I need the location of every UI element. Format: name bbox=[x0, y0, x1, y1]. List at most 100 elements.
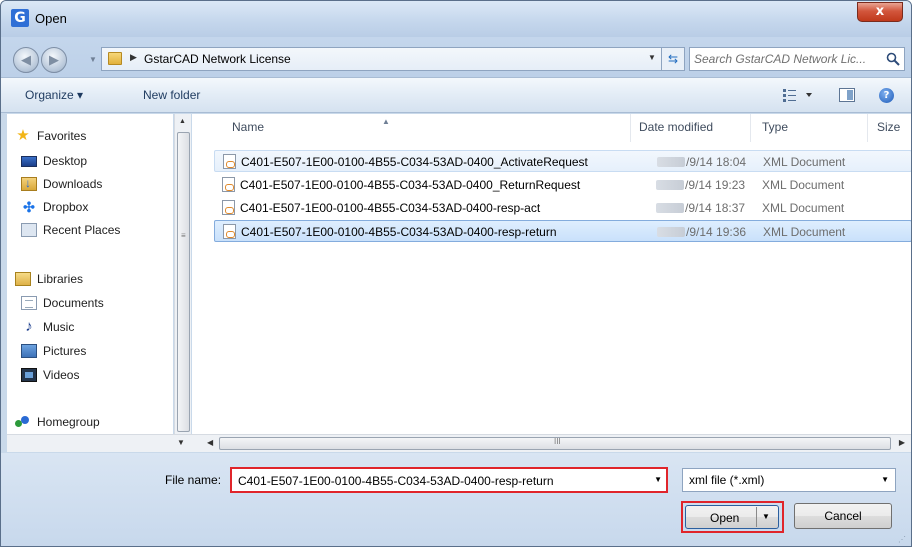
column-divider[interactable] bbox=[630, 114, 631, 142]
sidebar-item-pictures[interactable]: Pictures bbox=[21, 341, 86, 361]
scrollbar-thumb[interactable]: ≡ bbox=[177, 132, 190, 432]
sidebar-item-label: Libraries bbox=[37, 272, 84, 286]
refresh-button[interactable]: ⇆ bbox=[661, 47, 685, 71]
file-name-input[interactable] bbox=[238, 473, 638, 489]
column-header-name[interactable]: Name ▲ bbox=[232, 117, 390, 134]
file-type-select[interactable]: xml file (*.xml) ▼ bbox=[682, 468, 896, 492]
column-header-size[interactable]: Size bbox=[877, 120, 900, 134]
file-row[interactable]: C401-E507-1E00-0100-4B55-C034-53AD-0400-… bbox=[214, 197, 911, 219]
search-input[interactable] bbox=[694, 50, 884, 68]
sidebar-item-libraries[interactable]: Libraries bbox=[15, 269, 83, 289]
sidebar-item-label: Documents bbox=[43, 296, 104, 310]
file-row[interactable]: C401-E507-1E00-0100-4B55-C034-53AD-0400_… bbox=[214, 174, 911, 196]
sidebar-item-dropbox[interactable]: ✣ Dropbox bbox=[21, 197, 88, 217]
sidebar-item-music[interactable]: ♪ Music bbox=[21, 317, 74, 337]
redacted-year bbox=[656, 180, 684, 190]
file-date-text: /9/14 18:04 bbox=[686, 155, 747, 169]
file-type: XML Document bbox=[763, 225, 846, 239]
scroll-right-icon[interactable]: ▶ bbox=[899, 438, 905, 447]
navigation-pane-scrollbar[interactable]: ▲ ≡ bbox=[174, 114, 191, 444]
sidebar-item-documents[interactable]: Documents bbox=[21, 293, 104, 313]
libraries-icon bbox=[15, 272, 31, 286]
address-history-dropdown-icon[interactable]: ▼ bbox=[648, 53, 656, 62]
sidebar-item-label: Desktop bbox=[43, 154, 88, 168]
breadcrumb-current-folder[interactable]: GstarCAD Network License bbox=[144, 52, 291, 66]
column-header-type[interactable]: Type bbox=[762, 120, 788, 134]
address-bar[interactable]: ▶ GstarCAD Network License ▼ bbox=[101, 47, 685, 71]
resize-grip-icon[interactable]: ⋰ bbox=[898, 535, 908, 545]
file-type-selected-value: xml file (*.xml) bbox=[689, 473, 765, 487]
change-view-icon[interactable] bbox=[781, 87, 817, 103]
music-icon: ♪ bbox=[25, 318, 33, 335]
file-date-modified: /9/14 18:04 bbox=[657, 155, 746, 169]
column-divider[interactable] bbox=[867, 114, 868, 142]
help-icon[interactable]: ? bbox=[879, 88, 894, 103]
column-header-label: Name bbox=[232, 120, 265, 134]
sidebar-item-desktop[interactable]: Desktop bbox=[21, 151, 87, 171]
file-type-dropdown-icon[interactable]: ▼ bbox=[881, 475, 889, 484]
star-icon: ★ bbox=[16, 127, 30, 144]
open-button[interactable]: Open ▼ bbox=[685, 505, 779, 529]
open-dialog: G Open x ◀ ▶ ▼ ▶ GstarCAD Network Licens… bbox=[0, 0, 912, 547]
file-row[interactable]: C401-E507-1E00-0100-4B55-C034-53AD-0400_… bbox=[214, 150, 911, 172]
navigation-pane-scroll-down-icon[interactable]: ▼ bbox=[177, 438, 185, 447]
file-date-modified: /9/14 19:23 bbox=[656, 178, 745, 192]
recent-pages-dropdown-icon[interactable]: ▼ bbox=[89, 55, 97, 64]
sidebar-item-label: Downloads bbox=[43, 177, 103, 191]
organize-menu-button[interactable]: Organize ▾ bbox=[25, 88, 83, 102]
sidebar-item-recent-places[interactable]: Recent Places bbox=[21, 220, 120, 240]
dialog-title: Open bbox=[35, 11, 67, 26]
forward-button[interactable]: ▶ bbox=[41, 47, 67, 73]
column-divider[interactable] bbox=[750, 114, 751, 142]
documents-icon bbox=[21, 296, 37, 310]
file-name: C401-E507-1E00-0100-4B55-C034-53AD-0400-… bbox=[240, 201, 541, 215]
open-button-highlight: Open ▼ bbox=[681, 501, 784, 533]
column-header-date-modified[interactable]: Date modified bbox=[639, 120, 713, 134]
sidebar-item-label: Dropbox bbox=[43, 200, 89, 214]
new-folder-button[interactable]: New folder bbox=[143, 88, 200, 102]
open-options-dropdown-icon[interactable]: ▼ bbox=[762, 512, 770, 521]
file-name-combobox[interactable]: ▼ bbox=[230, 467, 668, 493]
redacted-year bbox=[657, 157, 685, 167]
sidebar-item-label: Videos bbox=[43, 368, 80, 382]
scroll-left-icon[interactable]: ◀ bbox=[207, 438, 213, 447]
split-button-divider bbox=[756, 507, 757, 527]
sidebar-item-videos[interactable]: Videos bbox=[21, 365, 79, 385]
scrollbar-thumb[interactable]: III bbox=[219, 437, 891, 450]
file-name: C401-E507-1E00-0100-4B55-C034-53AD-0400_… bbox=[241, 155, 588, 169]
close-button[interactable]: x bbox=[857, 2, 903, 22]
scroll-up-icon[interactable]: ▲ bbox=[179, 118, 186, 125]
horizontal-scrollbar[interactable]: ▼ ◀ III ▶ bbox=[7, 434, 911, 452]
back-button[interactable]: ◀ bbox=[13, 47, 39, 73]
sidebar-item-label: Recent Places bbox=[43, 223, 121, 237]
file-type: XML Document bbox=[763, 155, 846, 169]
sidebar-item-downloads[interactable]: Downloads bbox=[21, 174, 102, 194]
scrollbar-grip-icon: ≡ bbox=[181, 231, 186, 240]
search-icon[interactable] bbox=[886, 52, 900, 66]
gstarcad-app-icon: G bbox=[11, 9, 29, 27]
title-bar: G Open x bbox=[1, 1, 911, 37]
sidebar-item-label: Pictures bbox=[43, 344, 87, 358]
breadcrumb-separator-icon[interactable]: ▶ bbox=[130, 52, 137, 63]
file-name-label: File name: bbox=[165, 473, 222, 487]
downloads-icon bbox=[21, 176, 37, 191]
file-date-text: /9/14 19:36 bbox=[686, 225, 747, 239]
file-row-selected[interactable]: C401-E507-1E00-0100-4B55-C034-53AD-0400-… bbox=[214, 220, 911, 242]
search-box[interactable] bbox=[689, 47, 905, 71]
sort-ascending-icon: ▲ bbox=[382, 117, 390, 126]
xml-file-icon bbox=[222, 200, 235, 215]
sidebar-item-homegroup[interactable]: Homegroup bbox=[15, 412, 100, 432]
dropbox-icon: ✣ bbox=[23, 199, 35, 215]
cancel-button[interactable]: Cancel bbox=[794, 503, 892, 529]
navigation-bar: ◀ ▶ ▼ ▶ GstarCAD Network License ▼ ⇆ bbox=[1, 37, 911, 77]
redacted-year bbox=[656, 203, 684, 213]
preview-pane-icon[interactable] bbox=[839, 88, 855, 102]
homegroup-icon bbox=[15, 415, 31, 429]
xml-file-icon bbox=[223, 224, 236, 239]
file-date-modified: /9/14 19:36 bbox=[657, 225, 746, 239]
file-name-dropdown-icon[interactable]: ▼ bbox=[654, 475, 662, 484]
redacted-year bbox=[657, 227, 685, 237]
sidebar-item-favorites[interactable]: ★ Favorites bbox=[15, 126, 86, 146]
file-date-modified: /9/14 18:37 bbox=[656, 201, 745, 215]
scrollbar-grip-icon: III bbox=[554, 437, 561, 446]
